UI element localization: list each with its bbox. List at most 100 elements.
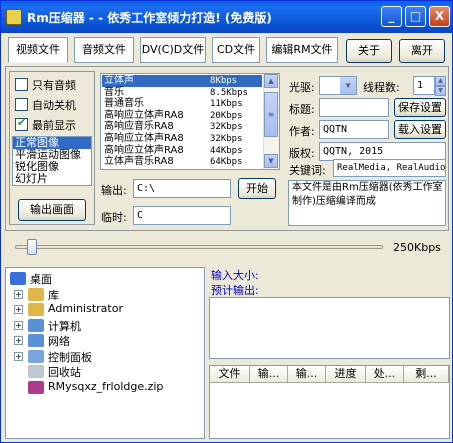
queue-list[interactable]: 文件 输... 输... 进度 处... 剩...: [209, 365, 450, 439]
preset-item[interactable]: 高响应音乐RA8 32Kbps: [102, 121, 262, 133]
tab-cd[interactable]: CD文件: [212, 37, 260, 63]
load-settings-button[interactable]: 载入设置: [394, 120, 446, 139]
image-mode-list[interactable]: 正常图像 平滑运动图像 锐化图像 幻灯片: [12, 136, 92, 186]
expand-icon[interactable]: +: [14, 305, 23, 314]
preset-rate: 32Kbps: [210, 122, 243, 133]
preset-name: 音乐: [104, 86, 124, 98]
preset-scrollbar[interactable]: ▲ ≡ ▼: [263, 74, 279, 169]
drive-select[interactable]: ▼: [319, 76, 357, 95]
scroll-thumb[interactable]: ≡: [264, 92, 278, 137]
spin-up-icon[interactable]: ▲: [435, 76, 446, 86]
user-folder-icon: [28, 303, 44, 316]
temp-path-field[interactable]: C: [133, 206, 231, 225]
spin-down-icon[interactable]: ▼: [435, 86, 446, 96]
bitrate-slider-thumb[interactable]: [27, 239, 37, 255]
exit-button[interactable]: 离开: [399, 39, 445, 63]
preset-name: 普通音乐: [104, 98, 144, 110]
queue-header-input[interactable]: 输...: [250, 366, 288, 383]
audio-only-checkbox[interactable]: [15, 78, 28, 91]
threads-field[interactable]: 1: [413, 76, 435, 95]
folder-tree[interactable]: 桌面 + 库 + Administrator + 计算机 + 网络 + 控制面板 回收站 RMysqxz…: [5, 267, 205, 439]
tree-item[interactable]: + 网络: [6, 333, 202, 348]
app-window: Rm压缩器 - - 依秀工作室倾力打造! (免费版) _ □ X 视频文件 音频…: [0, 0, 453, 443]
preset-rate: 32Kbps: [210, 134, 243, 144]
tree-item[interactable]: 回收站: [6, 364, 202, 379]
preset-name: 高响应立体声RA8: [104, 133, 184, 144]
tree-item-label: 控制面板: [48, 350, 92, 364]
expand-icon[interactable]: +: [14, 289, 23, 299]
tree-item-label: 网络: [48, 335, 70, 348]
preset-rate: 11Kbps: [210, 99, 243, 110]
info-log[interactable]: [209, 297, 450, 359]
about-button[interactable]: 关于: [346, 39, 392, 63]
preset-item[interactable]: 高响应立体声RA8 20Kbps: [102, 110, 262, 122]
tree-item[interactable]: RMysqxz_frloldge.zip: [6, 380, 202, 395]
keywords-field[interactable]: RealMedia, RealAudio: [333, 159, 446, 177]
queue-header-process[interactable]: 处...: [366, 366, 404, 383]
preset-item[interactable]: 高响应立体声RA8 32Kbps: [102, 133, 262, 145]
queue-header-output[interactable]: 输...: [288, 366, 326, 383]
description-field[interactable]: 本文件是由Rm压缩器(依秀工作室制作)压缩编译而成: [288, 180, 446, 226]
copyright-label: 版权:: [289, 147, 315, 160]
desktop-icon: [10, 272, 26, 285]
title-bar[interactable]: Rm压缩器 - - 依秀工作室倾力打造! (免费版) _ □ X: [1, 1, 452, 33]
tab-dvcd[interactable]: DV(C)D文件: [140, 37, 206, 63]
tree-item[interactable]: 桌面: [6, 271, 202, 286]
expand-icon[interactable]: +: [14, 320, 23, 330]
auto-shutdown-checkbox[interactable]: [15, 98, 28, 111]
tree-item[interactable]: + 计算机: [6, 318, 202, 333]
output-path-field[interactable]: C:\: [133, 179, 231, 198]
input-size-label: 输入大小:: [211, 269, 259, 282]
bitrate-value: 250Kbps: [393, 241, 441, 254]
tab-audio[interactable]: 音频文件: [74, 37, 134, 63]
tree-item[interactable]: + 库: [6, 287, 202, 302]
save-settings-button[interactable]: 保存设置: [394, 98, 446, 117]
tab-edit-rm[interactable]: 编辑RM文件: [266, 37, 338, 63]
keywords-label: 关键词:: [289, 164, 326, 177]
audio-only-label: 只有音频: [32, 79, 76, 92]
scroll-up-icon[interactable]: ▲: [264, 74, 278, 88]
tree-item[interactable]: + 控制面板: [6, 349, 202, 364]
preset-item[interactable]: 立体声 8Kbps: [102, 75, 262, 87]
minimize-button[interactable]: _: [381, 6, 402, 27]
always-on-top-label: 最前显示: [32, 119, 76, 132]
preset-rate: 44Kbps: [210, 145, 243, 156]
tree-item-label: RMysqxz_frloldge.zip: [48, 379, 164, 393]
output-screen-button[interactable]: 输出画面: [18, 199, 86, 221]
expand-icon[interactable]: +: [14, 351, 23, 361]
preset-list[interactable]: 立体声 8Kbps 音乐 8.5Kbps 普通音乐 11Kbps 高响应立体声RA8 20Kb…: [100, 73, 280, 170]
output-label: 输出:: [101, 184, 127, 197]
computer-icon: [28, 318, 44, 332]
app-icon: [6, 9, 22, 25]
always-on-top-checkbox[interactable]: [15, 116, 28, 131]
preset-item[interactable]: 音乐 8.5Kbps: [102, 87, 262, 99]
title-label: 标题:: [289, 103, 315, 116]
library-icon: [28, 287, 44, 301]
preset-item[interactable]: 立体声音乐RA8 64Kbps: [102, 156, 262, 168]
preset-rate: 8.5Kbps: [210, 87, 248, 98]
tree-item-label: 回收站: [48, 366, 81, 379]
tab-video[interactable]: 视频文件: [8, 37, 68, 63]
recycle-bin-icon: [28, 365, 44, 378]
maximize-button[interactable]: □: [405, 6, 426, 27]
preset-item[interactable]: 普通音乐 11Kbps: [102, 98, 262, 110]
scroll-down-icon[interactable]: ▼: [264, 154, 278, 168]
bitrate-slider-track[interactable]: [15, 245, 383, 249]
temp-label: 临时:: [101, 211, 127, 224]
preset-name: 高响应立体声RA8: [104, 144, 184, 156]
window-title: Rm压缩器 - - 依秀工作室倾力打造! (免费版): [27, 11, 272, 25]
title-field[interactable]: [319, 98, 389, 117]
start-button[interactable]: 开始: [238, 178, 276, 199]
queue-header-remaining[interactable]: 剩...: [404, 366, 449, 383]
preset-item[interactable]: 高响应立体声RA8 44Kbps: [102, 145, 262, 157]
author-field[interactable]: QQTN: [319, 120, 389, 139]
expand-icon[interactable]: +: [14, 336, 23, 345]
queue-header-file[interactable]: 文件: [210, 366, 250, 383]
queue-header-progress[interactable]: 进度: [326, 366, 366, 383]
chevron-down-icon[interactable]: ▼: [340, 77, 356, 94]
tree-item-label: 计算机: [48, 319, 81, 333]
close-button[interactable]: X: [429, 6, 450, 27]
preset-name: 立体声音乐RA8: [104, 156, 174, 168]
image-mode-item[interactable]: 幻灯片: [13, 173, 91, 185]
tree-item[interactable]: + Administrator: [6, 302, 202, 317]
